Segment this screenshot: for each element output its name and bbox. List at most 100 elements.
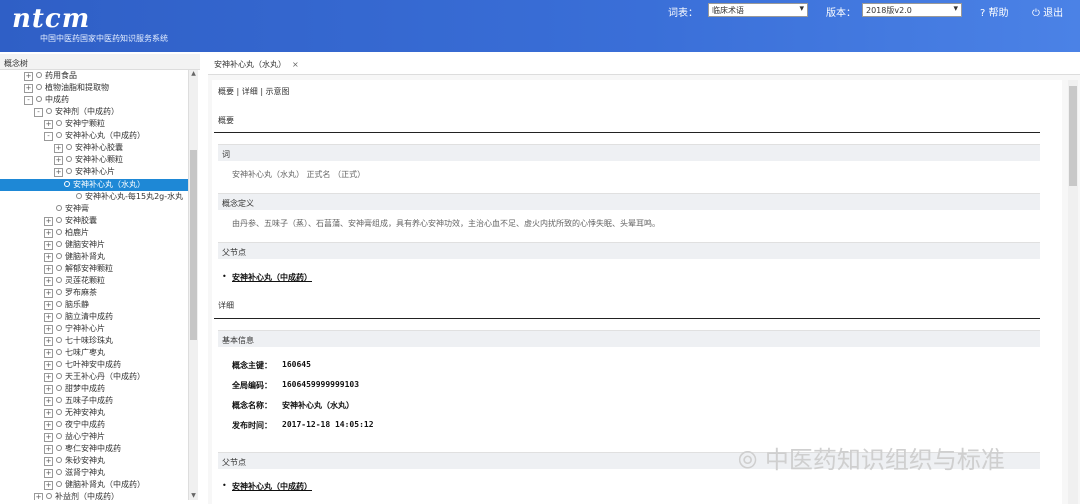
tree-node[interactable]: + 安神补心片: [54, 166, 115, 178]
tree-node[interactable]: - 安神剂（中成药）: [34, 106, 119, 118]
tab-concept[interactable]: 安神补心丸（水丸） ×: [210, 56, 303, 72]
term-header: 词: [218, 144, 1040, 161]
expand-icon[interactable]: +: [44, 301, 53, 310]
expand-icon[interactable]: +: [44, 385, 53, 394]
expand-icon[interactable]: +: [44, 469, 53, 478]
collapse-icon[interactable]: -: [44, 132, 53, 141]
tree-node[interactable]: + 罗布麻茶: [44, 287, 97, 299]
chevron-down-icon: ▾: [953, 4, 958, 14]
expand-icon[interactable]: +: [44, 313, 53, 322]
expand-icon[interactable]: +: [44, 253, 53, 262]
tree-node-label: 益心宁神片: [65, 432, 105, 441]
exit-link[interactable]: ⏻ 退出: [1032, 4, 1063, 19]
node-circle-icon: [56, 325, 62, 331]
node-circle-icon: [56, 361, 62, 367]
tree-node[interactable]: + 朱砂安神丸: [44, 455, 105, 467]
expand-icon[interactable]: +: [44, 397, 53, 406]
expand-icon[interactable]: +: [44, 265, 53, 274]
help-link[interactable]: ? 帮助: [980, 4, 1009, 19]
tree-node[interactable]: + 枣仁安神中成药: [44, 443, 121, 455]
expand-icon[interactable]: +: [44, 325, 53, 334]
expand-icon[interactable]: +: [44, 481, 53, 490]
tree-node[interactable]: + 健脑安神片: [44, 239, 105, 251]
tree-node[interactable]: + 脑立清中成药: [44, 311, 113, 323]
tree-node[interactable]: 安神补心丸（水丸）: [0, 179, 188, 191]
tree-node[interactable]: - 安神补心丸（中成药）: [44, 130, 145, 142]
tree-node[interactable]: + 宁神补心片: [44, 323, 105, 335]
content-scrollbar-thumb[interactable]: [1069, 86, 1077, 186]
expand-icon[interactable]: +: [24, 84, 33, 93]
tree-node[interactable]: - 中成药: [24, 94, 69, 106]
tree-node[interactable]: + 安神宁颗粒: [44, 118, 105, 130]
tree-node-label: 中成药: [45, 95, 69, 104]
tree-scrollbar-thumb[interactable]: [190, 150, 197, 340]
version-select[interactable]: 2018版v2.0 ▾: [862, 3, 962, 17]
tree-node[interactable]: + 补益剂（中成药）: [34, 491, 119, 500]
tree-node-label: 朱砂安神丸: [65, 456, 105, 465]
tree-node[interactable]: + 柏鹿片: [44, 227, 89, 239]
tree-node[interactable]: + 药用食品: [24, 70, 77, 82]
scroll-up-icon[interactable]: ▲: [189, 70, 198, 78]
tree-node[interactable]: + 夜宁中成药: [44, 419, 105, 431]
expand-icon[interactable]: +: [44, 289, 53, 298]
tree-node[interactable]: + 滋肾宁神丸: [44, 467, 105, 479]
expand-icon[interactable]: +: [34, 493, 43, 500]
node-circle-icon: [56, 469, 62, 475]
tree-node[interactable]: + 安神补心胶囊: [54, 142, 123, 154]
tree-node-label: 药用食品: [45, 71, 77, 80]
expand-icon[interactable]: +: [54, 156, 63, 165]
parent-node-header: 父节点: [218, 242, 1040, 259]
tree-node-label: 安神补心丸（中成药）: [65, 131, 145, 140]
scroll-down-icon[interactable]: ▼: [189, 492, 198, 500]
tree-node[interactable]: + 脑乐静: [44, 299, 89, 311]
expand-icon[interactable]: +: [44, 361, 53, 370]
tree-node[interactable]: + 解郁安神颗粒: [44, 263, 113, 275]
tree-node[interactable]: + 七叶神安中成药: [44, 359, 121, 371]
tree-node[interactable]: + 安神补心颗粒: [54, 154, 123, 166]
collapse-icon[interactable]: -: [24, 96, 33, 105]
expand-icon[interactable]: +: [44, 229, 53, 238]
content-scrollbar[interactable]: [1068, 80, 1078, 504]
expand-icon[interactable]: +: [44, 217, 53, 226]
expand-icon[interactable]: +: [44, 241, 53, 250]
tree-node[interactable]: + 天王补心丹（中成药）: [44, 371, 145, 383]
expand-icon[interactable]: +: [24, 72, 33, 81]
node-circle-icon: [66, 156, 72, 162]
tree-node[interactable]: + 健脑补肾丸: [44, 251, 105, 263]
parent-node-link[interactable]: 安神补心丸（中成药）: [232, 272, 312, 283]
expand-icon[interactable]: +: [44, 349, 53, 358]
expand-icon[interactable]: +: [44, 421, 53, 430]
tree-node[interactable]: + 健脑补肾丸（中成药）: [44, 479, 145, 491]
expand-icon[interactable]: +: [54, 168, 63, 177]
tree-node-label: 补益剂（中成药）: [55, 492, 119, 500]
tree-node[interactable]: + 七十味珍珠丸: [44, 335, 113, 347]
expand-icon[interactable]: +: [54, 144, 63, 153]
global-code-label: 全局编码：: [232, 381, 272, 390]
vocab-select[interactable]: 临床术语 ▾: [708, 3, 808, 17]
tree-node[interactable]: + 植物油脂和提取物: [24, 82, 109, 94]
node-circle-icon: [56, 229, 62, 235]
expand-icon[interactable]: +: [44, 457, 53, 466]
parent-node-link-2[interactable]: 安神补心丸（中成药）: [232, 481, 312, 492]
expand-icon[interactable]: +: [44, 445, 53, 454]
tree-node[interactable]: + 无神安神丸: [44, 407, 105, 419]
close-icon[interactable]: ×: [292, 60, 299, 69]
tree-node-label: 夜宁中成药: [65, 420, 105, 429]
tree-node[interactable]: 安神补心丸-每15丸2g-水丸: [64, 191, 183, 203]
expand-icon[interactable]: +: [44, 433, 53, 442]
collapse-icon[interactable]: -: [34, 108, 43, 117]
tree-node[interactable]: + 灵莲花颗粒: [44, 275, 105, 287]
tree-node[interactable]: + 益心宁神片: [44, 431, 105, 443]
tree-node[interactable]: + 安神胶囊: [44, 215, 97, 227]
tree-node[interactable]: 安神膏: [44, 203, 89, 215]
tree-node[interactable]: + 甜梦中成药: [44, 383, 105, 395]
expand-icon[interactable]: +: [44, 120, 53, 129]
tree-node[interactable]: + 七味广枣丸: [44, 347, 105, 359]
tree-node[interactable]: + 五味子中成药: [44, 395, 113, 407]
expand-icon[interactable]: +: [44, 409, 53, 418]
tree-scrollbar[interactable]: ▲ ▼: [188, 70, 198, 500]
expand-icon[interactable]: +: [44, 277, 53, 286]
expand-icon[interactable]: +: [44, 373, 53, 382]
expand-icon[interactable]: +: [44, 337, 53, 346]
view-switcher[interactable]: 概要 | 详细 | 示意图: [218, 86, 290, 97]
